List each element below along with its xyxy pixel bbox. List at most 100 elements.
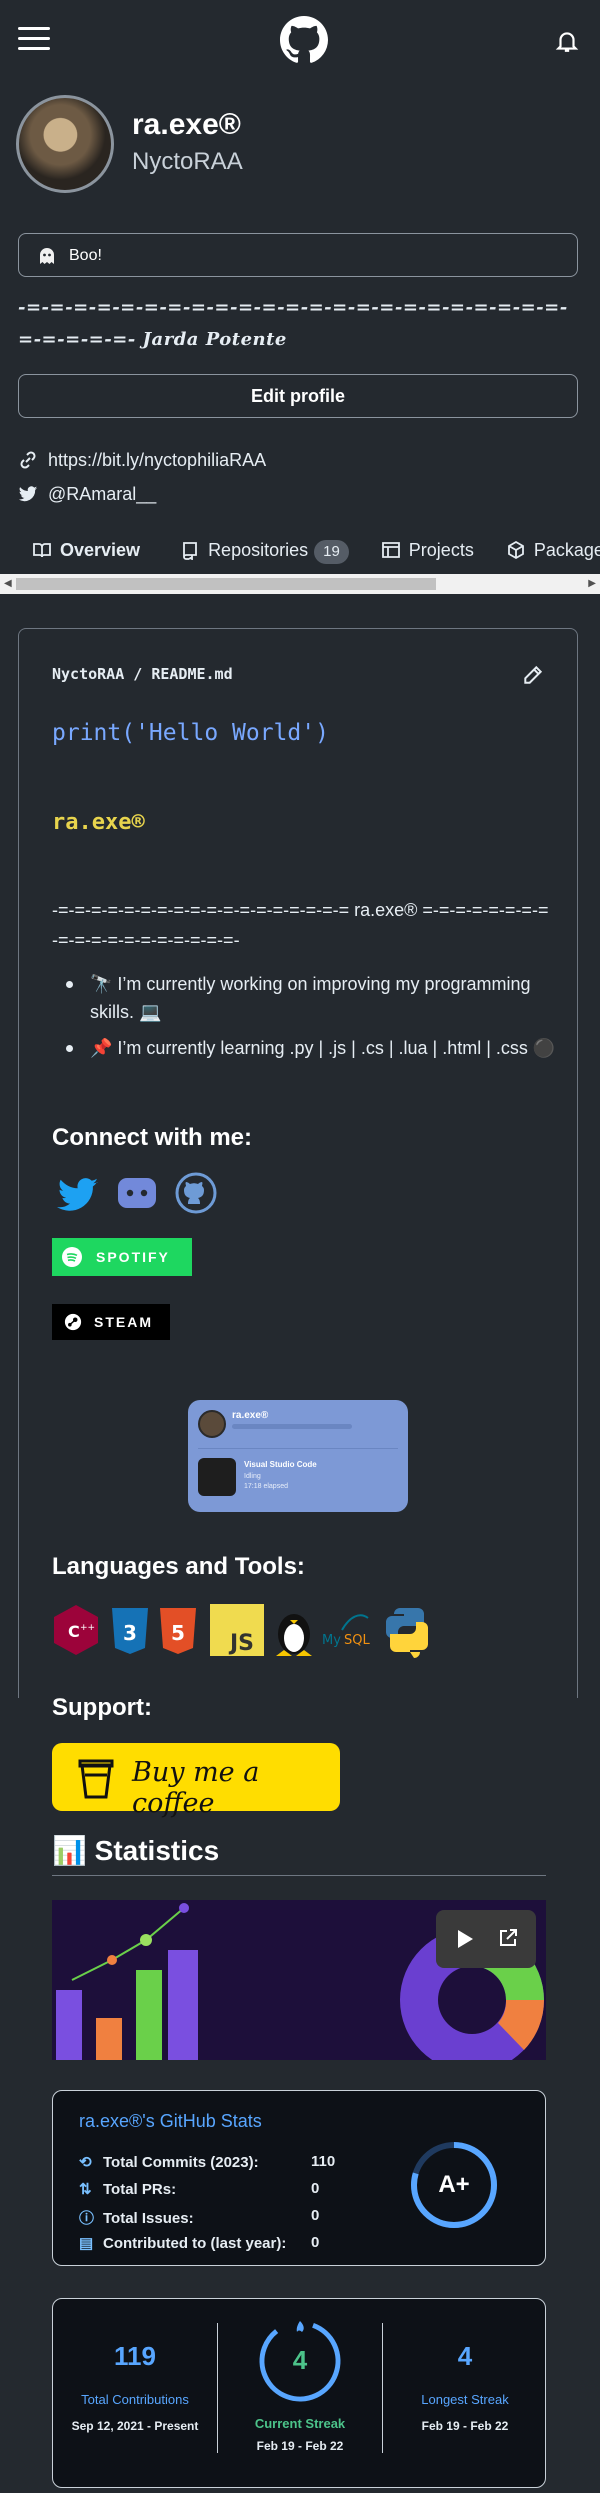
edit-profile-button[interactable]: Edit profile bbox=[18, 374, 578, 418]
longest-streak-range: Feb 19 - Feb 22 bbox=[421, 2419, 509, 2433]
spotify-badge[interactable]: SPOTIFY bbox=[52, 1238, 192, 1276]
open-external-icon[interactable] bbox=[498, 1928, 518, 1948]
total-contributions-range: Sep 12, 2021 - Present bbox=[71, 2419, 199, 2433]
discord-custom-status bbox=[232, 1424, 352, 1429]
github-logo-icon[interactable] bbox=[280, 16, 328, 64]
discord-presence-card[interactable]: ra.exe® Visual Studio Code Idling 17:18 … bbox=[188, 1400, 408, 1512]
stats-row: ⇅ Total PRs: bbox=[79, 2180, 176, 2198]
vscode-icon bbox=[198, 1458, 236, 1496]
discord-username: ra.exe® bbox=[232, 1410, 269, 1421]
spotify-icon bbox=[62, 1247, 82, 1267]
discord-elapsed: 17:18 elapsed bbox=[244, 1483, 288, 1490]
stats-value: 110 bbox=[311, 2153, 336, 2170]
status-box[interactable]: Boo! bbox=[18, 233, 578, 277]
website-text[interactable]: https://bit.ly/nyctophiliaRAA bbox=[48, 450, 266, 470]
longest-streak-value: 4 bbox=[457, 2341, 473, 2371]
grade-label: A+ bbox=[438, 2171, 470, 2198]
svg-text:++: ++ bbox=[80, 1623, 95, 1633]
tab-projects[interactable]: Projects bbox=[381, 532, 474, 574]
twitter-icon[interactable] bbox=[57, 1178, 98, 1211]
tab-overview[interactable]: Overview bbox=[32, 532, 140, 574]
website-link[interactable]: https://bit.ly/nyctophiliaRAA bbox=[18, 450, 266, 471]
current-streak-range: Feb 19 - Feb 22 bbox=[256, 2439, 344, 2453]
language-icons: C ++ 3 5 JS My SQL bbox=[54, 1604, 428, 1658]
edit-pencil-icon[interactable] bbox=[522, 664, 544, 686]
discord-icon[interactable] bbox=[118, 1178, 156, 1208]
status-text: Boo! bbox=[69, 247, 102, 264]
cplusplus-icon: C ++ bbox=[54, 1605, 98, 1655]
mysql-icon: My SQL bbox=[322, 1614, 370, 1648]
profile-name: ra.exe® bbox=[132, 108, 241, 141]
total-contributions-value: 119 bbox=[114, 2341, 156, 2371]
github-icon[interactable] bbox=[175, 1172, 217, 1214]
issue-icon: ⓘ bbox=[79, 2210, 95, 2227]
discord-divider bbox=[198, 1448, 398, 1449]
profile-login: NyctoRAA bbox=[132, 148, 243, 175]
coffee-cup-icon bbox=[78, 1759, 114, 1799]
readme-card bbox=[18, 628, 578, 1698]
list-item: 📌 I’m currently learning .py | .js | .cs… bbox=[52, 1034, 562, 1062]
spotify-badge-label: SPOTIFY bbox=[96, 1249, 170, 1265]
total-contributions: 119 Total Contributions Sep 12, 2021 - P… bbox=[53, 2299, 217, 2433]
horizontal-scrollbar[interactable]: ◀ ▶ bbox=[0, 574, 600, 594]
twitter-link[interactable]: @RAmaral__ bbox=[18, 484, 156, 505]
streak-stats-card: 119 Total Contributions Sep 12, 2021 - P… bbox=[52, 2298, 546, 2488]
scroll-right-arrow-icon[interactable]: ▶ bbox=[588, 578, 596, 589]
readme-path: NyctoRAA / README.md bbox=[52, 665, 233, 683]
readme-filename[interactable]: README.md bbox=[151, 665, 232, 683]
video-controls[interactable] bbox=[436, 1910, 536, 1968]
current-streak: 4 Current Streak Feb 19 - Feb 22 bbox=[218, 2299, 382, 2453]
statistics-banner-image[interactable] bbox=[52, 1900, 546, 2060]
list-item: 🔭 I’m currently working on improving my … bbox=[52, 970, 562, 1026]
twitter-icon bbox=[18, 486, 38, 502]
buy-me-a-coffee-button[interactable]: Buy me a coffee bbox=[52, 1743, 340, 1819]
stats-value: 0 bbox=[311, 2180, 320, 2197]
streak-ring bbox=[259, 2320, 341, 2402]
readme-bullets: 🔭 I’m currently working on improving my … bbox=[52, 970, 562, 1070]
longest-streak-label: Longest Streak bbox=[421, 2392, 509, 2407]
linux-tux-icon bbox=[276, 1614, 312, 1656]
history-icon: ⟲ bbox=[79, 2154, 92, 2171]
hamburger-icon[interactable] bbox=[18, 27, 50, 53]
bell-icon[interactable] bbox=[554, 28, 580, 54]
stats-value: 0 bbox=[311, 2234, 320, 2251]
twitter-handle[interactable]: @RAmaral__ bbox=[48, 484, 156, 504]
pull-request-icon: ⇅ bbox=[79, 2181, 92, 2198]
python-icon bbox=[386, 1608, 428, 1658]
total-contributions-label: Total Contributions bbox=[81, 2392, 189, 2407]
book-icon bbox=[33, 543, 51, 558]
top-bar bbox=[0, 0, 600, 80]
stats-row: ▤ Contributed to (last year): bbox=[79, 2234, 286, 2252]
steam-badge-label: STEAM bbox=[94, 1314, 153, 1330]
svg-text:C: C bbox=[68, 1622, 80, 1641]
connect-heading: Connect with me: bbox=[52, 1124, 253, 1151]
stats-label: Total PRs: bbox=[103, 2181, 177, 2198]
svg-text:My: My bbox=[322, 1633, 341, 1648]
github-stats-card: ra.exe®'s GitHub Stats ⟲ Total Commits (2… bbox=[52, 2090, 546, 2266]
bmc-label: Buy me a coffee bbox=[132, 1757, 260, 1819]
html5-icon: 5 bbox=[160, 1608, 196, 1654]
statistics-heading: 📊 Statistics bbox=[52, 1834, 546, 1876]
tab-repositories[interactable]: Repositories 19 bbox=[180, 532, 349, 574]
code-hello-world: print('Hello World') bbox=[52, 720, 329, 746]
repo-icon: ▤ bbox=[79, 2235, 94, 2252]
ghost-icon bbox=[40, 248, 54, 264]
readme-owner[interactable]: NyctoRAA bbox=[52, 665, 124, 683]
scroll-left-arrow-icon[interactable]: ◀ bbox=[4, 578, 12, 589]
tab-overview-label: Overview bbox=[60, 540, 141, 560]
discord-activity-detail: Idling bbox=[244, 1473, 261, 1480]
tab-packages[interactable]: Packages bbox=[506, 532, 600, 574]
discord-avatar bbox=[198, 1410, 226, 1438]
steam-badge[interactable]: STEAM bbox=[52, 1304, 170, 1340]
play-icon[interactable] bbox=[456, 1929, 474, 1949]
repositories-count-badge: 19 bbox=[314, 540, 349, 564]
stats-value: 0 bbox=[311, 2207, 320, 2224]
discord-activity: Visual Studio Code bbox=[244, 1460, 317, 1469]
longest-streak: 4 Longest Streak Feb 19 - Feb 22 bbox=[383, 2299, 547, 2433]
profile-tabs: Overview Repositories19 Projects Packages bbox=[0, 532, 600, 574]
avatar[interactable] bbox=[16, 95, 114, 193]
svg-text:5: 5 bbox=[171, 1621, 185, 1645]
svg-text:SQL: SQL bbox=[344, 1633, 370, 1648]
scrollbar-thumb[interactable] bbox=[16, 578, 436, 590]
languages-heading: Languages and Tools: bbox=[52, 1553, 305, 1580]
